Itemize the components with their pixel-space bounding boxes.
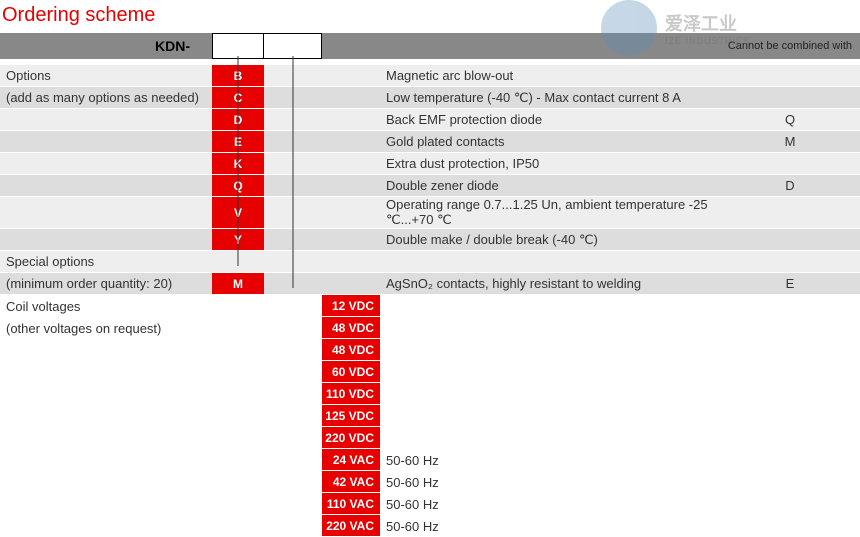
voltage-code: 48 VDC	[322, 339, 380, 361]
option-code: Q	[212, 175, 264, 197]
coil-subheading: (other voltages on request)	[0, 317, 212, 339]
voltage-code: 110 VAC	[322, 493, 380, 515]
voltage-code: 48 VDC	[322, 317, 380, 339]
voltage-desc	[380, 383, 720, 405]
voltage-desc	[380, 427, 720, 449]
option-not: M	[720, 131, 860, 153]
option-code: K	[212, 153, 264, 175]
voltage-desc: 50-60 Hz	[380, 449, 720, 471]
header-bar: KDN- Cannot be combined with	[0, 33, 860, 59]
option-desc: Low temperature (-40 ℃) - Max contact cu…	[380, 87, 720, 109]
voltage-desc: 50-60 Hz	[380, 515, 720, 537]
options-subheading: (add as many options as needed)	[0, 87, 212, 109]
option-code: B	[212, 65, 264, 87]
option-not	[720, 229, 860, 251]
voltage-desc	[380, 317, 720, 339]
slot-options	[212, 33, 264, 59]
voltage-desc	[380, 405, 720, 427]
voltage-desc	[380, 361, 720, 383]
voltage-code: 110 VDC	[322, 383, 380, 405]
special-heading: Special options	[0, 251, 212, 273]
option-not: Q	[720, 109, 860, 131]
voltage-code: 220 VDC	[322, 427, 380, 449]
voltage-code: 24 VAC	[322, 449, 380, 471]
option-desc: Extra dust protection, IP50	[380, 153, 720, 175]
option-code: E	[212, 131, 264, 153]
option-code: Y	[212, 229, 264, 251]
option-desc: Double make / double break (-40 ℃)	[380, 229, 720, 251]
special-code: M	[212, 273, 264, 295]
option-not	[720, 197, 860, 229]
special-subheading: (minimum order quantity: 20)	[0, 273, 212, 295]
option-desc: Gold plated contacts	[380, 131, 720, 153]
option-desc: Back EMF protection diode	[380, 109, 720, 131]
special-desc: AgSnO₂ contacts, highly resistant to wel…	[380, 273, 720, 295]
special-not: E	[720, 273, 860, 295]
voltage-code: 125 VDC	[322, 405, 380, 427]
voltage-desc	[380, 339, 720, 361]
options-grid: Options B Magnetic arc blow-out (add as …	[0, 65, 860, 537]
options-heading: Options	[0, 65, 212, 87]
option-not	[720, 65, 860, 87]
voltage-desc	[380, 295, 720, 317]
option-not	[720, 87, 860, 109]
voltage-code: 42 VAC	[322, 471, 380, 493]
option-desc: Double zener diode	[380, 175, 720, 197]
option-desc: Operating range 0.7...1.25 Un, ambient t…	[380, 197, 720, 229]
voltage-code: 12 VDC	[322, 295, 380, 317]
voltage-desc: 50-60 Hz	[380, 471, 720, 493]
option-code: D	[212, 109, 264, 131]
voltage-code: 220 VAC	[322, 515, 380, 537]
option-not	[720, 153, 860, 175]
cannot-combine-header: Cannot be combined with	[728, 40, 852, 52]
page-title: Ordering scheme	[0, 0, 860, 33]
coil-heading: Coil voltages	[0, 295, 212, 317]
slot-voltage	[264, 33, 322, 59]
option-code: C	[212, 87, 264, 109]
option-code: V	[212, 197, 264, 229]
option-not: D	[720, 175, 860, 197]
ordering-slots	[212, 33, 322, 59]
option-desc: Magnetic arc blow-out	[380, 65, 720, 87]
voltage-desc: 50-60 Hz	[380, 493, 720, 515]
prefix-label: KDN-	[155, 38, 190, 54]
voltage-code: 60 VDC	[322, 361, 380, 383]
